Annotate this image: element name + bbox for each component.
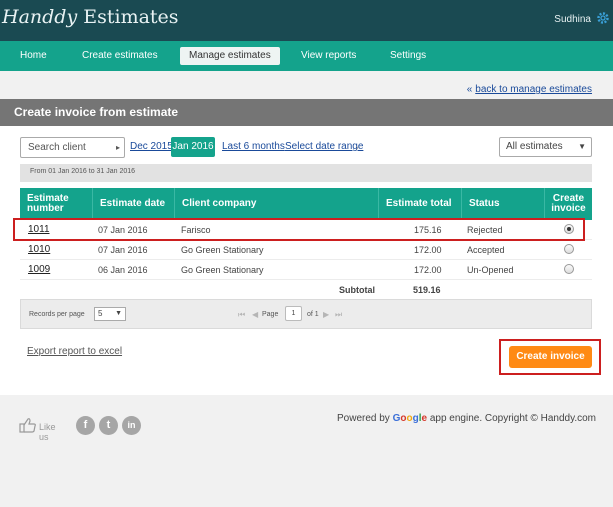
selected-row-highlight (13, 218, 585, 241)
caret-right-icon: ▸ (115, 143, 120, 152)
twitter-icon[interactable]: t (99, 416, 118, 435)
records-per-page-label: Records per page (29, 311, 85, 318)
logo-script: Handdy (2, 6, 78, 28)
subtotal-row: Subtotal 519.16 (20, 280, 592, 298)
panel-title: Create invoice from estimate (0, 99, 613, 126)
logo-text: Estimates (83, 6, 179, 28)
nav-view-reports[interactable]: View reports (301, 41, 356, 71)
powered-by-text: Powered by Google app engine. Copyright … (337, 413, 596, 424)
estimate-status: Un-Opened (467, 265, 514, 275)
double-chevron-left-icon: « (466, 84, 473, 95)
estimate-status: Accepted (467, 245, 505, 255)
thumbs-up-icon (19, 418, 36, 433)
powered-suffix: app engine. Copyright © Handdy.com (429, 413, 596, 424)
powered-prefix: Powered by (337, 413, 390, 424)
records-per-page-value: 5 (98, 309, 103, 318)
col-create-invoice: Create invoice (544, 188, 592, 220)
main-nav: Home Create estimates Manage estimates V… (0, 41, 613, 71)
nav-create-estimates[interactable]: Create estimates (82, 41, 158, 71)
caret-down-icon: ▼ (578, 142, 586, 151)
nav-settings[interactable]: Settings (390, 41, 426, 71)
estimates-filter-select[interactable]: All estimates ▼ (499, 137, 592, 157)
gear-icon[interactable] (596, 11, 610, 25)
pagination-bar: Records per page 5 ▼ ⏮ ◀ Page 1 of 1 ▶ ⏭ (20, 299, 592, 329)
estimates-filter-value: All estimates (506, 141, 563, 152)
col-estimate-number[interactable]: Estimate number (20, 188, 92, 220)
table-header: Estimate number Estimate date Client com… (20, 188, 592, 220)
create-invoice-radio[interactable] (564, 244, 574, 254)
estimate-total: 172.00 (414, 245, 442, 255)
col-estimate-total[interactable]: Estimate total (378, 188, 461, 220)
table-row[interactable]: 1009 06 Jan 2016 Go Green Stationary 172… (20, 260, 592, 280)
prev-page-icon[interactable]: ◀ (252, 310, 258, 319)
create-invoice-radio[interactable] (564, 264, 574, 274)
first-page-icon[interactable]: ⏮ (238, 310, 245, 320)
page-number-input[interactable]: 1 (285, 306, 302, 321)
export-report-link[interactable]: Export report to excel (27, 346, 122, 357)
col-estimate-date[interactable]: Estimate date (92, 188, 174, 220)
subtotal-label: Subtotal (339, 285, 375, 295)
client-company: Go Green Stationary (181, 245, 264, 255)
user-name[interactable]: Sudhina (554, 14, 591, 25)
nav-home[interactable]: Home (20, 41, 47, 71)
back-to-manage-estimates-link[interactable]: «back to manage estimates (467, 84, 592, 95)
caret-down-icon: ▼ (115, 310, 122, 317)
filter-dec-2015[interactable]: Dec 2015 (130, 141, 173, 152)
estimate-number-link[interactable]: 1010 (28, 244, 50, 255)
client-company: Go Green Stationary (181, 265, 264, 275)
app-logo[interactable]: Handdy Estimates (2, 6, 179, 28)
filter-select-date-range[interactable]: Select date range (285, 141, 363, 152)
next-page-icon[interactable]: ▶ (323, 310, 329, 319)
estimate-total: 172.00 (414, 265, 442, 275)
page-label: Page (262, 311, 279, 318)
filter-last-6-months[interactable]: Last 6 months (222, 141, 285, 152)
create-invoice-highlight (499, 339, 601, 375)
estimate-date: 07 Jan 2016 (98, 245, 148, 255)
facebook-icon[interactable]: f (76, 416, 95, 435)
col-client-company[interactable]: Client company (174, 188, 378, 220)
records-per-page-select[interactable]: 5 ▼ (94, 307, 126, 321)
top-bar: Handdy Estimates Sudhina (0, 0, 613, 41)
like-us-label: Like us (39, 422, 56, 442)
estimate-number-link[interactable]: 1009 (28, 264, 50, 275)
table-row[interactable]: 1010 07 Jan 2016 Go Green Stationary 172… (20, 240, 592, 260)
google-logo: Google (392, 413, 428, 424)
search-client-dropdown[interactable]: Search client ▸ (20, 137, 125, 158)
date-range-text: From 01 Jan 2016 to 31 Jan 2016 (30, 168, 136, 175)
date-range-bar: From 01 Jan 2016 to 31 Jan 2016 (20, 164, 592, 182)
search-client-label: Search client (28, 142, 86, 153)
estimate-date: 06 Jan 2016 (98, 265, 148, 275)
of-pages-label: of 1 (307, 311, 319, 318)
filter-jan-2016[interactable]: Jan 2016 (171, 137, 215, 157)
nav-manage-estimates[interactable]: Manage estimates (180, 47, 280, 65)
subtotal-value: 519.16 (413, 285, 441, 295)
linkedin-icon[interactable]: in (122, 416, 141, 435)
chevron-right-icon: › (356, 143, 359, 152)
back-link-label: back to manage estimates (475, 84, 592, 95)
col-status[interactable]: Status (461, 188, 544, 220)
last-page-icon[interactable]: ⏭ (335, 310, 342, 320)
